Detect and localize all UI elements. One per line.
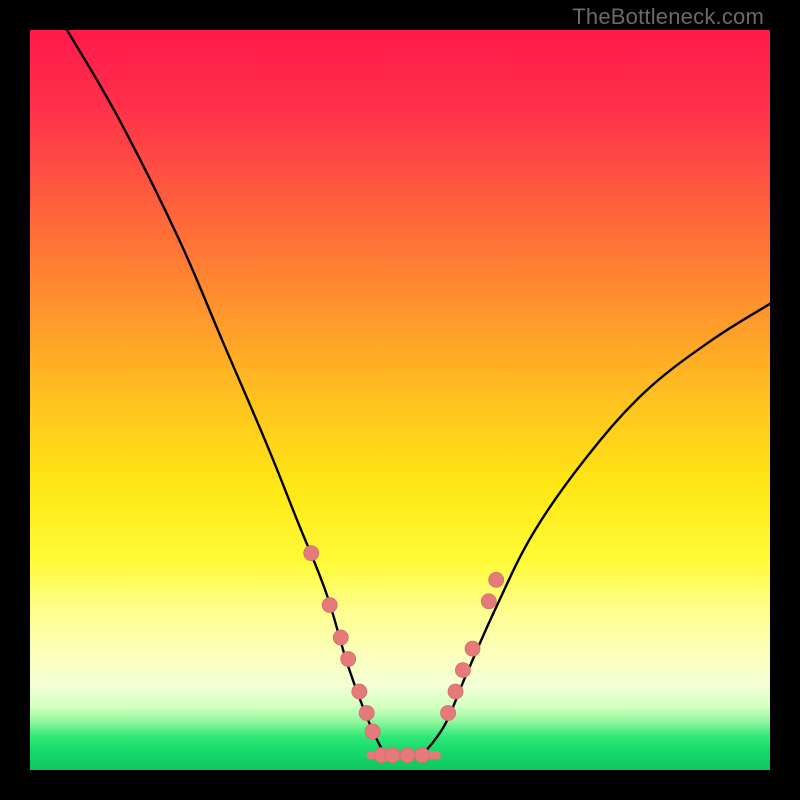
marker-point [465,641,480,656]
watermark-text: TheBottleneck.com [572,4,764,30]
marker-point [359,706,374,721]
chart-overlay [30,30,770,770]
marker-point [322,597,337,612]
bottleneck-curve [67,30,770,755]
marker-point [481,594,496,609]
marker-point [304,546,319,561]
chart-frame [30,30,770,770]
data-markers [304,546,504,763]
marker-point [489,572,504,587]
marker-point [385,748,400,763]
curve-right-curve [422,304,770,755]
marker-point [415,748,430,763]
marker-point [448,684,463,699]
marker-point [400,748,415,763]
marker-point [365,724,380,739]
marker-point [441,706,456,721]
marker-point [341,652,356,667]
marker-point [352,684,367,699]
curve-left-curve [67,30,385,755]
marker-point [333,630,348,645]
marker-point [455,663,470,678]
